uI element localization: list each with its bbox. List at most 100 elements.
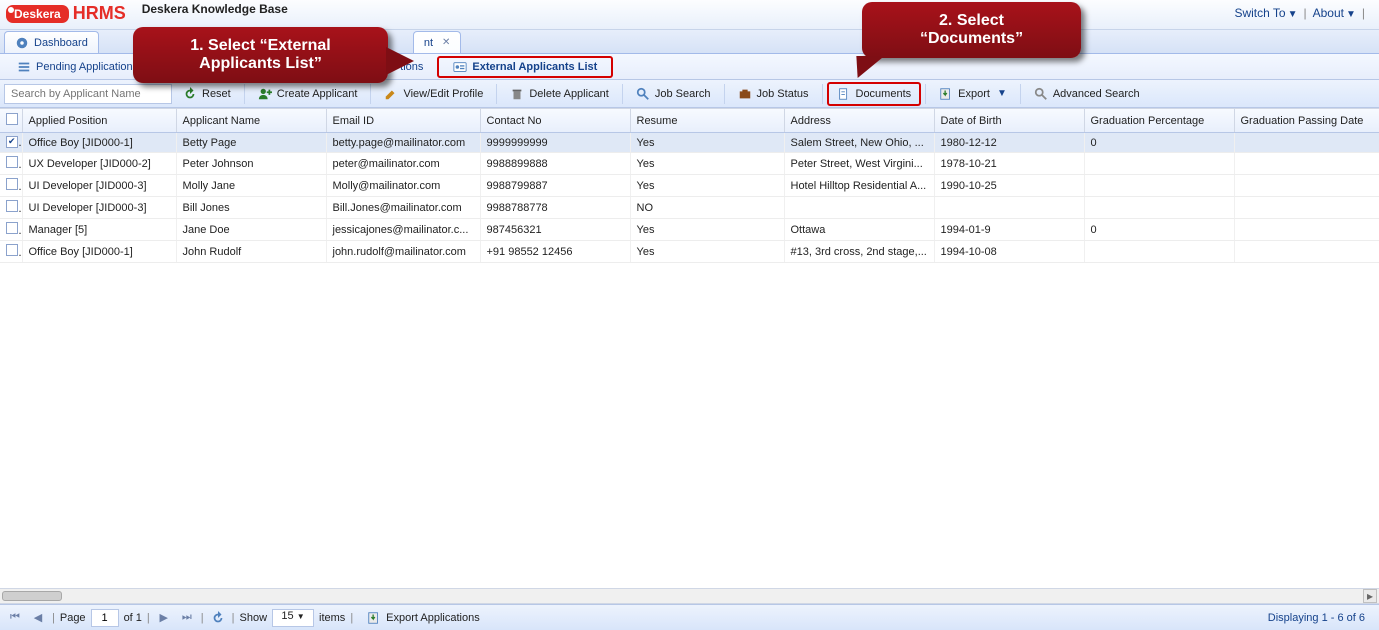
- row-checkbox-cell[interactable]: [0, 241, 22, 263]
- checkbox-icon[interactable]: [6, 156, 18, 168]
- cell-grad-pct: [1084, 197, 1234, 219]
- checkbox-icon[interactable]: [6, 136, 18, 148]
- brand-text: HRMS: [73, 3, 126, 24]
- subtab-external-applicants[interactable]: External Applicants List: [437, 56, 613, 78]
- cell-grad-date: [1234, 219, 1379, 241]
- row-checkbox-cell[interactable]: [0, 175, 22, 197]
- create-applicant-button[interactable]: Create Applicant: [249, 83, 367, 105]
- job-status-button[interactable]: Job Status: [729, 83, 818, 105]
- col-grad-date[interactable]: Graduation Passing Date: [1234, 109, 1379, 133]
- col-contact[interactable]: Contact No: [480, 109, 630, 133]
- separator: |: [232, 612, 235, 624]
- page-prev-button[interactable]: ◀: [29, 609, 47, 627]
- search-icon: [636, 87, 650, 101]
- cell-name: John Rudolf: [176, 241, 326, 263]
- page-last-button[interactable]: ⏭: [178, 609, 196, 627]
- scrollbar-thumb[interactable]: [2, 591, 62, 601]
- separator: |: [1362, 6, 1365, 20]
- tab-dashboard[interactable]: Dashboard: [4, 31, 99, 53]
- cell-grad-pct: [1084, 175, 1234, 197]
- show-count-select[interactable]: 15 ▼: [272, 609, 314, 627]
- scrollbar-arrow-right[interactable]: ▸: [1363, 589, 1377, 603]
- col-address[interactable]: Address: [784, 109, 934, 133]
- table-row[interactable]: Manager [5]Jane Doejessicajones@mailinat…: [0, 219, 1379, 241]
- cell-address: Peter Street, West Virgini...: [784, 153, 934, 175]
- job-search-button[interactable]: Job Search: [627, 83, 720, 105]
- checkbox-icon[interactable]: [6, 200, 18, 212]
- cell-contact: 9999999999: [480, 133, 630, 153]
- divider: [622, 84, 623, 104]
- about-label: About: [1313, 6, 1344, 20]
- cell-position: Manager [5]: [22, 219, 176, 241]
- callout-2-line2: “Documents”: [888, 30, 1055, 48]
- logo-area: Deskera HRMS: [0, 0, 134, 24]
- checkbox-icon[interactable]: [6, 222, 18, 234]
- advanced-search-button[interactable]: Advanced Search: [1025, 83, 1149, 105]
- divider: [925, 84, 926, 104]
- briefcase-icon: [738, 87, 752, 101]
- col-email[interactable]: Email ID: [326, 109, 480, 133]
- kb-title: Deskera Knowledge Base: [142, 2, 443, 16]
- table-row[interactable]: UI Developer [JID000-3]Molly JaneMolly@m…: [0, 175, 1379, 197]
- cell-address: [784, 197, 934, 219]
- cell-position: UX Developer [JID000-2]: [22, 153, 176, 175]
- table-row[interactable]: Office Boy [JID000-1]John Rudolfjohn.rud…: [0, 241, 1379, 263]
- cell-grad-date: [1234, 133, 1379, 153]
- divider: [1020, 84, 1021, 104]
- export-applications-button[interactable]: Export Applications: [358, 608, 489, 628]
- refresh-button[interactable]: [209, 609, 227, 627]
- checkbox-icon[interactable]: [6, 178, 18, 190]
- tab-applicant[interactable]: nt ✕: [413, 31, 462, 53]
- col-resume[interactable]: Resume: [630, 109, 784, 133]
- cell-email: betty.page@mailinator.com: [326, 133, 480, 153]
- row-checkbox-cell[interactable]: [0, 219, 22, 241]
- divider: [370, 84, 371, 104]
- action-toolbar: Reset Create Applicant View/Edit Profile…: [0, 80, 1379, 108]
- horizontal-scrollbar[interactable]: ▸: [0, 588, 1379, 604]
- search-input[interactable]: [4, 84, 172, 104]
- about[interactable]: About▼: [1313, 6, 1356, 20]
- col-applicant-name[interactable]: Applicant Name: [176, 109, 326, 133]
- callout-1-line2: Applicants List”: [159, 55, 362, 73]
- divider: [244, 84, 245, 104]
- row-checkbox-cell[interactable]: [0, 197, 22, 219]
- checkbox-icon[interactable]: [6, 113, 18, 125]
- page-input[interactable]: [91, 609, 119, 627]
- col-applied-position[interactable]: Applied Position: [22, 109, 176, 133]
- table-row[interactable]: UX Developer [JID000-2]Peter Johnsonpete…: [0, 153, 1379, 175]
- row-checkbox-cell[interactable]: [0, 153, 22, 175]
- user-plus-icon: [258, 87, 272, 101]
- reset-button[interactable]: Reset: [174, 83, 240, 105]
- checkbox-icon[interactable]: [6, 244, 18, 256]
- delete-applicant-button[interactable]: Delete Applicant: [501, 83, 618, 105]
- tab-applicant-label: nt: [424, 37, 433, 49]
- page-first-button[interactable]: ⏮: [6, 609, 24, 627]
- table-row[interactable]: UI Developer [JID000-3]Bill JonesBill.Jo…: [0, 197, 1379, 219]
- page-of: of 1: [124, 612, 142, 624]
- table-row[interactable]: Office Boy [JID000-1]Betty Pagebetty.pag…: [0, 133, 1379, 153]
- cell-position: Office Boy [JID000-1]: [22, 241, 176, 263]
- col-grad-pct[interactable]: Graduation Percentage: [1084, 109, 1234, 133]
- switch-to[interactable]: Switch To▼: [1234, 6, 1297, 20]
- callout-step-1: 1. Select “External Applicants List”: [133, 27, 388, 83]
- row-checkbox-cell[interactable]: [0, 133, 22, 153]
- export-button[interactable]: Export▼: [930, 83, 1016, 105]
- cell-name: Betty Page: [176, 133, 326, 153]
- cell-position: UI Developer [JID000-3]: [22, 175, 176, 197]
- table-body: Office Boy [JID000-1] Betty Pagebetty.pag…: [0, 133, 1379, 263]
- dashboard-icon: [15, 36, 29, 50]
- chevron-down-icon: ▼: [1346, 9, 1356, 20]
- documents-button[interactable]: Documents: [827, 82, 922, 106]
- view-edit-profile-button[interactable]: View/Edit Profile: [375, 83, 492, 105]
- show-count-value: 15: [281, 610, 293, 622]
- switch-to-label: Switch To: [1234, 6, 1285, 20]
- col-checkbox[interactable]: [0, 109, 22, 133]
- callout-2-line1: 2. Select: [888, 12, 1055, 30]
- page-next-button[interactable]: ▶: [155, 609, 173, 627]
- close-icon[interactable]: ✕: [442, 37, 450, 48]
- cell-grad-pct: 0: [1084, 219, 1234, 241]
- col-dob[interactable]: Date of Birth: [934, 109, 1084, 133]
- subtab-pending[interactable]: Pending Applications: [6, 56, 149, 78]
- divider: [496, 84, 497, 104]
- cell-resume: Yes: [630, 219, 784, 241]
